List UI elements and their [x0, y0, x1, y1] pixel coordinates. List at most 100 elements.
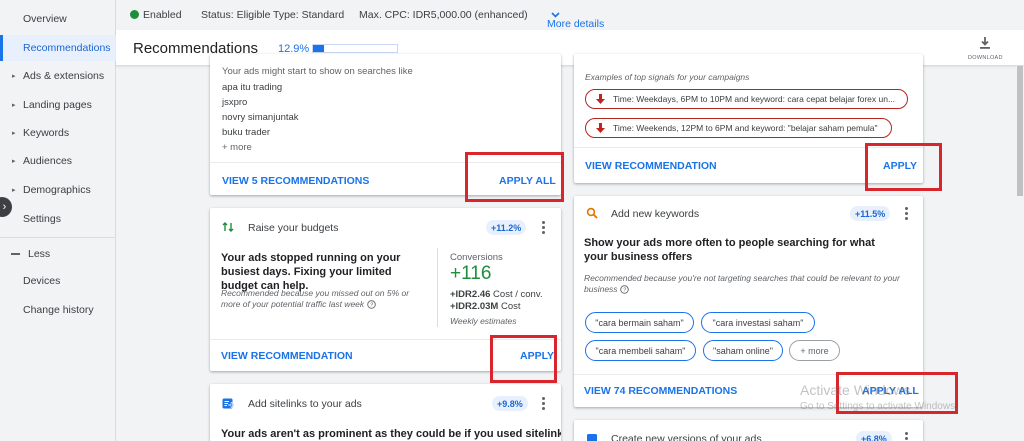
activate-windows-watermark: Activate Windows	[800, 382, 911, 398]
view-recommendation-link[interactable]: VIEW RECOMMENDATION	[221, 350, 353, 362]
signals-intro: Examples of top signals for your campaig…	[585, 72, 750, 82]
sidebar-item-label: Recommendations	[23, 42, 111, 54]
metric-divider	[437, 248, 438, 327]
sidebar-item-landing-pages[interactable]: ▸ Landing pages	[0, 92, 116, 118]
sidebar: Overview Recommendations ▸ Ads & extensions…	[0, 0, 116, 441]
cost-per-conversion: +IDR2.46 Cost / conv.	[450, 289, 543, 300]
more-details-link[interactable]: More details	[547, 9, 604, 30]
caret-right-icon: ▸	[12, 102, 16, 109]
note-text: Recommended because you missed out on 5%…	[221, 288, 410, 309]
score-uplift-badge: +11.5%	[850, 206, 891, 221]
sidebar-divider	[0, 237, 116, 238]
weekly-estimates-label: Weekly estimates	[450, 316, 517, 326]
help-icon[interactable]: ?	[620, 285, 629, 294]
more-details-label: More details	[547, 18, 605, 30]
keyword-chip[interactable]: "saham online"	[703, 340, 783, 361]
view-5-recommendations-link[interactable]: VIEW 5 RECOMMENDATIONS	[222, 175, 369, 187]
card-headline: Your ads stopped running on your busiest…	[221, 252, 401, 292]
more-searches-link[interactable]: + more	[222, 142, 252, 153]
sidebar-item-demographics[interactable]: ▸ Demographics	[0, 177, 116, 203]
search-preview-intro: Your ads might start to show on searches…	[222, 66, 413, 77]
sidebar-item-label: Audiences	[23, 155, 73, 167]
highlight-box-apply	[490, 335, 557, 383]
cost-unit: Cost	[500, 301, 521, 312]
card-title: Add new keywords	[611, 208, 700, 220]
recommended-because-note: Recommended because you missed out on 5%…	[221, 288, 421, 310]
sidebar-item-label: Demographics	[23, 184, 91, 196]
more-options-icon[interactable]	[905, 207, 909, 221]
download-label[interactable]: DOWNLOAD	[968, 55, 1003, 61]
sidebar-item-overview[interactable]: Overview	[0, 6, 116, 32]
cost-per-conversion-value: +IDR2.46	[450, 289, 491, 300]
sidebar-item-devices[interactable]: Devices	[0, 268, 116, 294]
enabled-status-dot-icon	[130, 10, 139, 19]
sidebar-item-settings[interactable]: Settings	[0, 206, 116, 232]
sidebar-item-keywords[interactable]: ▸ Keywords	[0, 120, 116, 146]
signal-chip: Time: Weekends, 12PM to 6PM and keyword:…	[585, 118, 892, 138]
scrollbar[interactable]	[1016, 66, 1024, 441]
caret-right-icon: ▸	[12, 73, 16, 80]
more-options-icon[interactable]	[542, 397, 546, 411]
recommended-because-note: Recommended because you're not targeting…	[584, 273, 904, 295]
sidebar-item-audiences[interactable]: ▸ Audiences	[0, 148, 116, 174]
optimization-score-fill	[313, 45, 324, 52]
keyword-chip[interactable]: "cara bermain saham"	[585, 312, 694, 333]
card-add-sitelinks: Add sitelinks to your ads +9.8% Your ads…	[210, 384, 561, 441]
activate-windows-subtext: Go to Settings to activate Windows.	[800, 401, 958, 412]
signal-chip-label: Time: Weekends, 12PM to 6PM and keyword:…	[613, 123, 878, 133]
card-new-ad-versions: Create new versions of your ads +6.8%	[574, 420, 923, 441]
ad-versions-icon	[584, 431, 600, 441]
campaign-status-bar: Enabled Status: Eligible Type: Standard …	[116, 0, 1024, 30]
sidebar-item-change-history[interactable]: Change history	[0, 297, 116, 323]
highlight-box-apply-all	[465, 152, 564, 202]
sidebar-item-label: Devices	[23, 275, 61, 287]
search-term: apa itu trading	[222, 82, 283, 93]
cost-estimate: +IDR2.03M Cost	[450, 301, 521, 312]
metric-label: Conversions	[450, 252, 503, 263]
sidebar-item-label: Overview	[23, 13, 67, 25]
help-icon[interactable]: ?	[366, 300, 376, 309]
sidebar-item-label: Landing pages	[23, 99, 92, 111]
card-title: Raise your budgets	[248, 222, 339, 234]
cost-per-conversion-unit: Cost / conv.	[493, 289, 543, 300]
card-headline: Show your ads more often to people searc…	[584, 237, 875, 263]
sidebar-item-label: Change history	[23, 304, 94, 316]
type-field: Type: Standard	[273, 9, 345, 21]
highlight-box-apply	[865, 143, 942, 191]
status-enabled[interactable]: Enabled	[143, 9, 182, 21]
sitelink-add-icon	[220, 395, 236, 411]
caret-right-icon: ▸	[12, 187, 16, 194]
caret-right-icon: ▸	[12, 130, 16, 137]
arrow-down-icon	[596, 94, 605, 104]
keyword-chip[interactable]: "cara membeli saham"	[585, 340, 696, 361]
score-uplift-badge: +9.8%	[492, 396, 528, 411]
view-recommendation-link[interactable]: VIEW RECOMMENDATION	[585, 160, 717, 172]
more-keywords-chip[interactable]: + more	[789, 340, 840, 361]
max-cpc-field: Max. CPC: IDR5,000.00 (enhanced)	[359, 9, 528, 21]
download-icon[interactable]	[978, 36, 992, 50]
cost-value: +IDR2.03M	[450, 301, 499, 312]
arrow-down-icon	[596, 123, 605, 133]
card-title: Add sitelinks to your ads	[248, 398, 362, 410]
caret-right-icon: ▸	[12, 158, 16, 165]
sidebar-item-ads-extensions[interactable]: ▸ Ads & extensions	[0, 63, 116, 89]
sidebar-less-toggle[interactable]: Less	[0, 241, 116, 267]
card-headline: Your ads aren't as prominent as they cou…	[221, 428, 561, 440]
signal-chip: Time: Weekdays, 6PM to 10PM and keyword:…	[585, 89, 908, 109]
scrollbar-thumb[interactable]	[1017, 66, 1023, 196]
sidebar-item-label: Ads & extensions	[23, 70, 105, 82]
chevron-right-icon: ›	[2, 201, 7, 213]
view-74-recommendations-link[interactable]: VIEW 74 RECOMMENDATIONS	[584, 385, 737, 397]
search-term: buku trader	[222, 127, 271, 138]
sidebar-item-recommendations[interactable]: Recommendations	[0, 35, 116, 61]
metric-value: +116	[450, 263, 492, 284]
more-options-icon[interactable]	[905, 432, 909, 441]
sidebar-less-label: Less	[28, 248, 51, 260]
minus-icon	[11, 253, 20, 255]
score-uplift-badge: +11.2%	[486, 220, 527, 235]
search-term: jsxpro	[222, 97, 248, 108]
more-options-icon[interactable]	[542, 221, 546, 235]
optimization-score-bar	[312, 44, 398, 53]
keyword-chip[interactable]: "cara investasi saham"	[701, 312, 815, 333]
sidebar-item-label: Keywords	[23, 127, 70, 139]
